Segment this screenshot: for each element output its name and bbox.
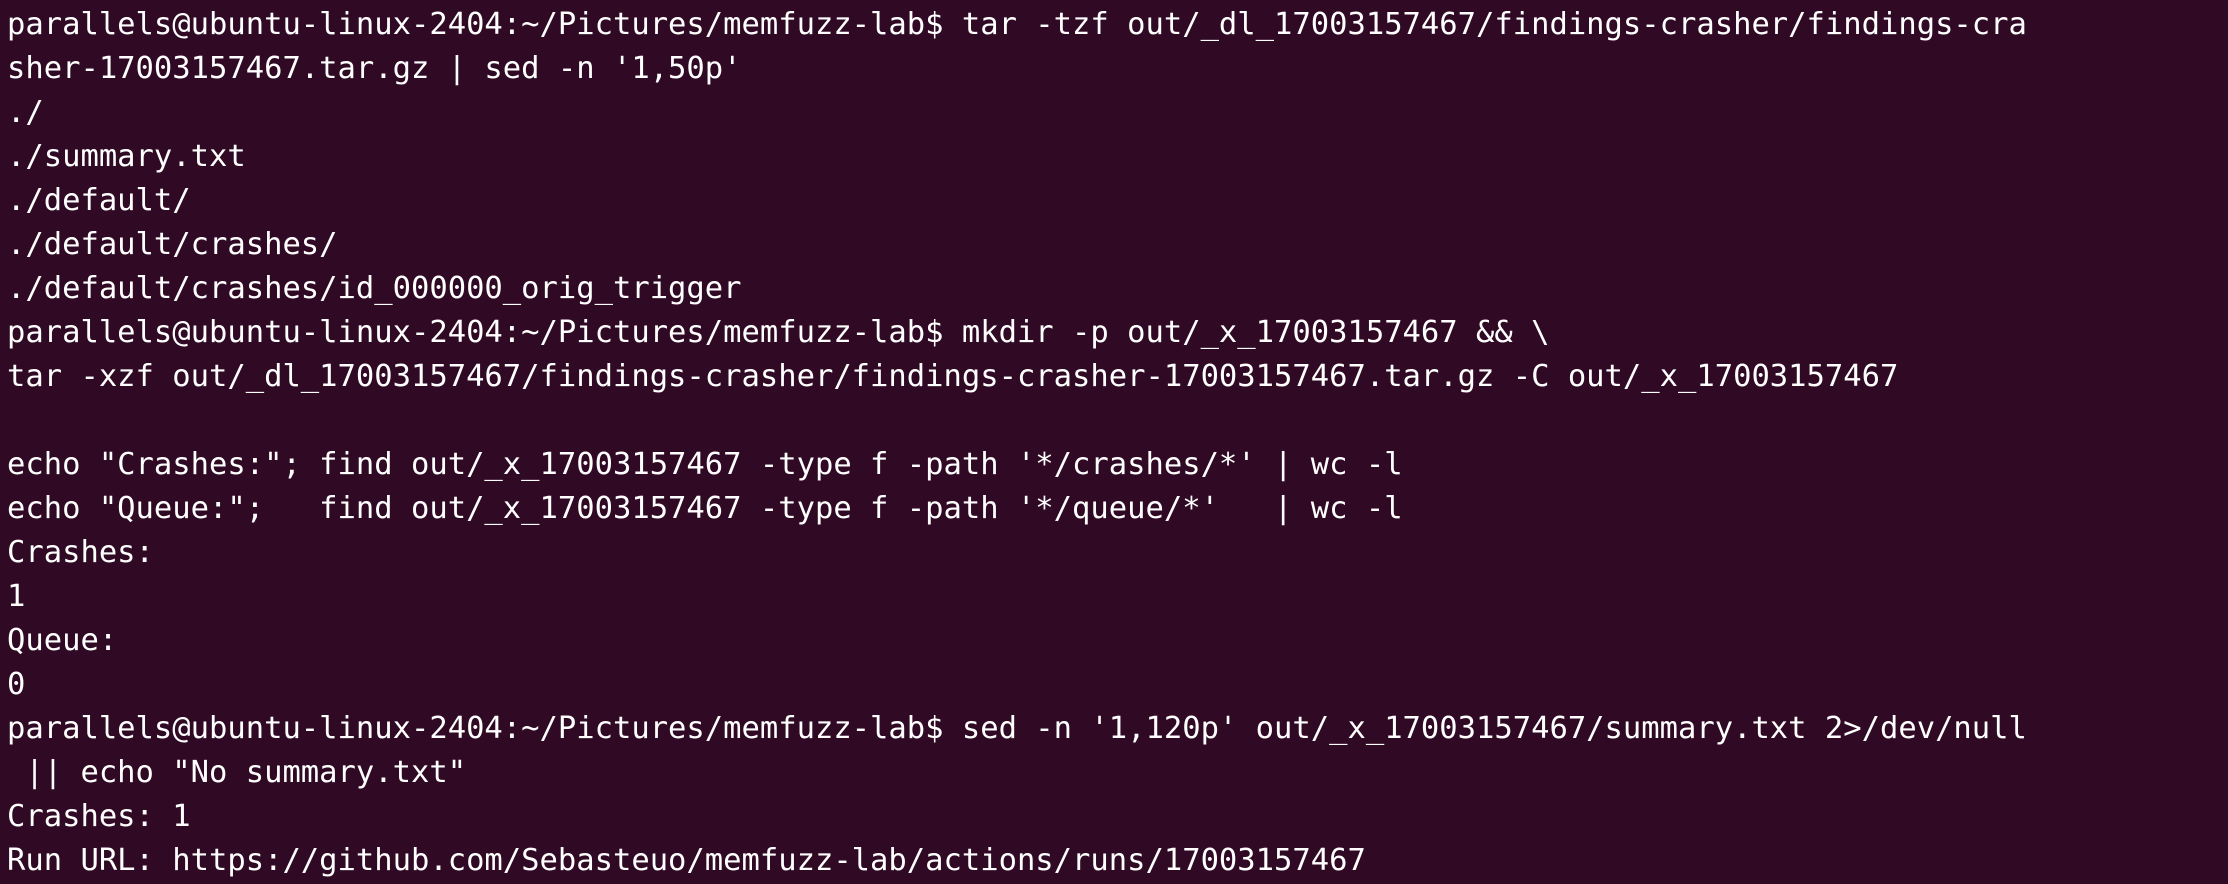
- output-line: 0: [7, 667, 26, 702]
- output-line: 1: [7, 579, 26, 614]
- command-echo-queue: echo "Queue:"; find out/_x_17003157467 -…: [7, 491, 1403, 526]
- output-line: Queue:: [7, 623, 118, 658]
- output-line: ./default/crashes/: [7, 227, 338, 262]
- output-line: Crashes:: [7, 535, 154, 570]
- output-line: Run URL: https://github.com/Sebasteuo/me…: [7, 843, 1366, 878]
- output-line: ./default/: [7, 183, 191, 218]
- prompt-command-sed-summary: parallels@ubuntu-linux-2404:~/Pictures/m…: [7, 711, 2027, 746]
- output-line: ./default/crashes/id_000000_orig_trigger: [7, 271, 742, 306]
- output-line: ./: [7, 95, 44, 130]
- prompt-command-mkdir: parallels@ubuntu-linux-2404:~/Pictures/m…: [7, 315, 1550, 350]
- output-line: Crashes: 1: [7, 799, 191, 834]
- output-line: ./summary.txt: [7, 139, 246, 174]
- prompt-command-tar-list: parallels@ubuntu-linux-2404:~/Pictures/m…: [7, 7, 2027, 42]
- command-continuation: || echo "No summary.txt": [7, 755, 467, 790]
- terminal-window[interactable]: parallels@ubuntu-linux-2404:~/Pictures/m…: [0, 0, 2228, 884]
- command-echo-crashes: echo "Crashes:"; find out/_x_17003157467…: [7, 447, 1403, 482]
- command-continuation: tar -xzf out/_dl_17003157467/findings-cr…: [7, 359, 1899, 394]
- command-continuation: sher-17003157467.tar.gz | sed -n '1,50p': [7, 51, 742, 86]
